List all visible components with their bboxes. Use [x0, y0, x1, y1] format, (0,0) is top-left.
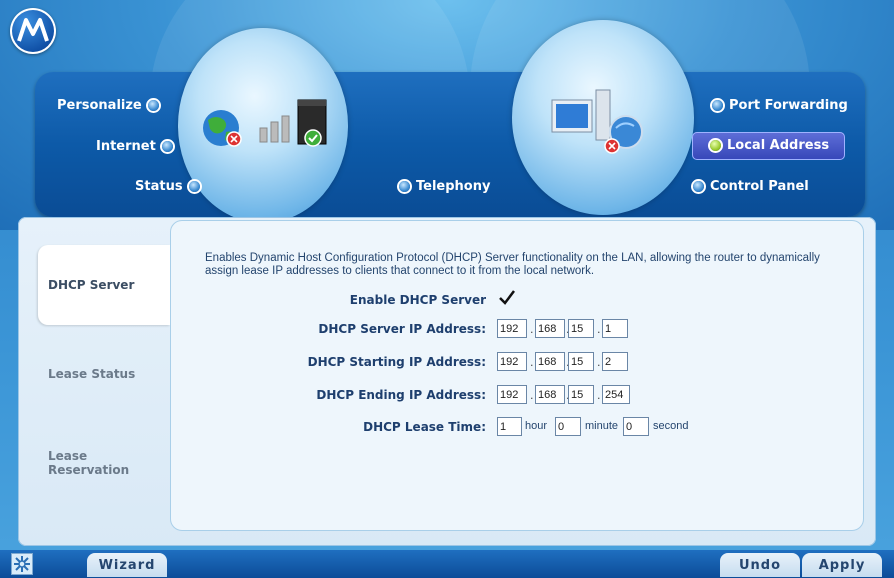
lease-time-row: DHCP Lease Time: hour minute second — [0, 417, 894, 439]
server-ip-octet-3[interactable] — [568, 319, 594, 338]
nav-dot-icon — [399, 181, 410, 192]
server-ip-octet-1[interactable] — [497, 319, 527, 338]
undo-button[interactable]: Undo — [720, 553, 800, 577]
ending-ip-octet-2[interactable] — [535, 385, 565, 404]
settings-icon[interactable] — [11, 553, 33, 575]
ip-separator: . — [530, 356, 534, 369]
nav-port-forwarding-label: Port Forwarding — [729, 98, 848, 113]
enable-dhcp-checkbox[interactable] — [498, 289, 516, 307]
nav-dot-icon — [712, 100, 723, 111]
nav-control-panel[interactable]: Control Panel — [693, 179, 809, 194]
apply-button[interactable]: Apply — [802, 553, 882, 577]
lease-hour-input[interactable] — [497, 417, 522, 436]
starting-ip-octet-4[interactable] — [602, 352, 628, 371]
nav-active-dot-icon — [710, 140, 721, 151]
nav-dot-icon — [161, 141, 173, 152]
motorola-logo-icon[interactable] — [10, 8, 56, 54]
ending-ip-octet-4[interactable] — [602, 385, 630, 404]
home-network-bubble — [178, 28, 348, 223]
sidebar-item-label: Lease Reservation — [48, 449, 130, 477]
nav-internet[interactable]: Internet — [96, 139, 173, 154]
starting-ip-octet-2[interactable] — [535, 352, 565, 371]
nav-status-label: Status — [135, 179, 183, 194]
nav-personalize[interactable]: Personalize — [57, 98, 159, 113]
local-network-bubble — [512, 20, 694, 215]
nav-control-panel-label: Control Panel — [710, 179, 809, 194]
nav-dot-icon — [147, 100, 159, 111]
starting-ip-row: DHCP Starting IP Address: . . . — [0, 352, 894, 374]
nav-telephony[interactable]: Telephony — [399, 179, 490, 194]
ending-ip-row: DHCP Ending IP Address: . . . — [0, 385, 894, 407]
dhcp-description: Enables Dynamic Host Configuration Proto… — [205, 252, 820, 277]
enable-dhcp-label: Enable DHCP Server — [349, 293, 486, 307]
sidebar-item-dhcp-server[interactable]: DHCP Server — [38, 245, 170, 325]
nav-status[interactable]: Status — [135, 179, 200, 194]
nav-dot-icon — [188, 181, 200, 192]
lease-minute-input[interactable] — [555, 417, 581, 436]
nav-telephony-label: Telephony — [416, 179, 491, 194]
server-ip-row: DHCP Server IP Address: . . . — [0, 319, 894, 341]
lease-time-label: DHCP Lease Time: — [363, 420, 486, 434]
nav-personalize-label: Personalize — [57, 98, 142, 113]
server-ip-octet-4[interactable] — [602, 319, 628, 338]
starting-ip-label: DHCP Starting IP Address: — [307, 355, 486, 369]
enable-dhcp-row: Enable DHCP Server — [0, 290, 894, 312]
ending-ip-octet-1[interactable] — [497, 385, 527, 404]
ip-separator: . — [530, 389, 534, 402]
nav-local-address[interactable]: Local Address — [710, 138, 829, 153]
second-unit: second — [653, 420, 689, 432]
ip-separator: . — [597, 356, 601, 369]
ending-ip-octet-3[interactable] — [568, 385, 594, 404]
hour-unit: hour — [525, 420, 548, 432]
nav-local-address-label: Local Address — [727, 138, 830, 153]
nav-port-forwarding[interactable]: Port Forwarding — [712, 98, 848, 113]
starting-ip-octet-3[interactable] — [568, 352, 594, 371]
lease-second-input[interactable] — [623, 417, 649, 436]
minute-unit: minute — [585, 420, 619, 432]
nav-dot-icon — [693, 181, 704, 192]
nav-internet-label: Internet — [96, 139, 156, 154]
starting-ip-octet-1[interactable] — [497, 352, 527, 371]
wizard-button[interactable]: Wizard — [87, 553, 167, 577]
server-ip-label: DHCP Server IP Address: — [318, 322, 486, 336]
ip-separator: . — [597, 323, 601, 336]
server-ip-octet-2[interactable] — [535, 319, 565, 338]
ip-separator: . — [530, 323, 534, 336]
ending-ip-label: DHCP Ending IP Address: — [316, 388, 486, 402]
ip-separator: . — [597, 389, 601, 402]
